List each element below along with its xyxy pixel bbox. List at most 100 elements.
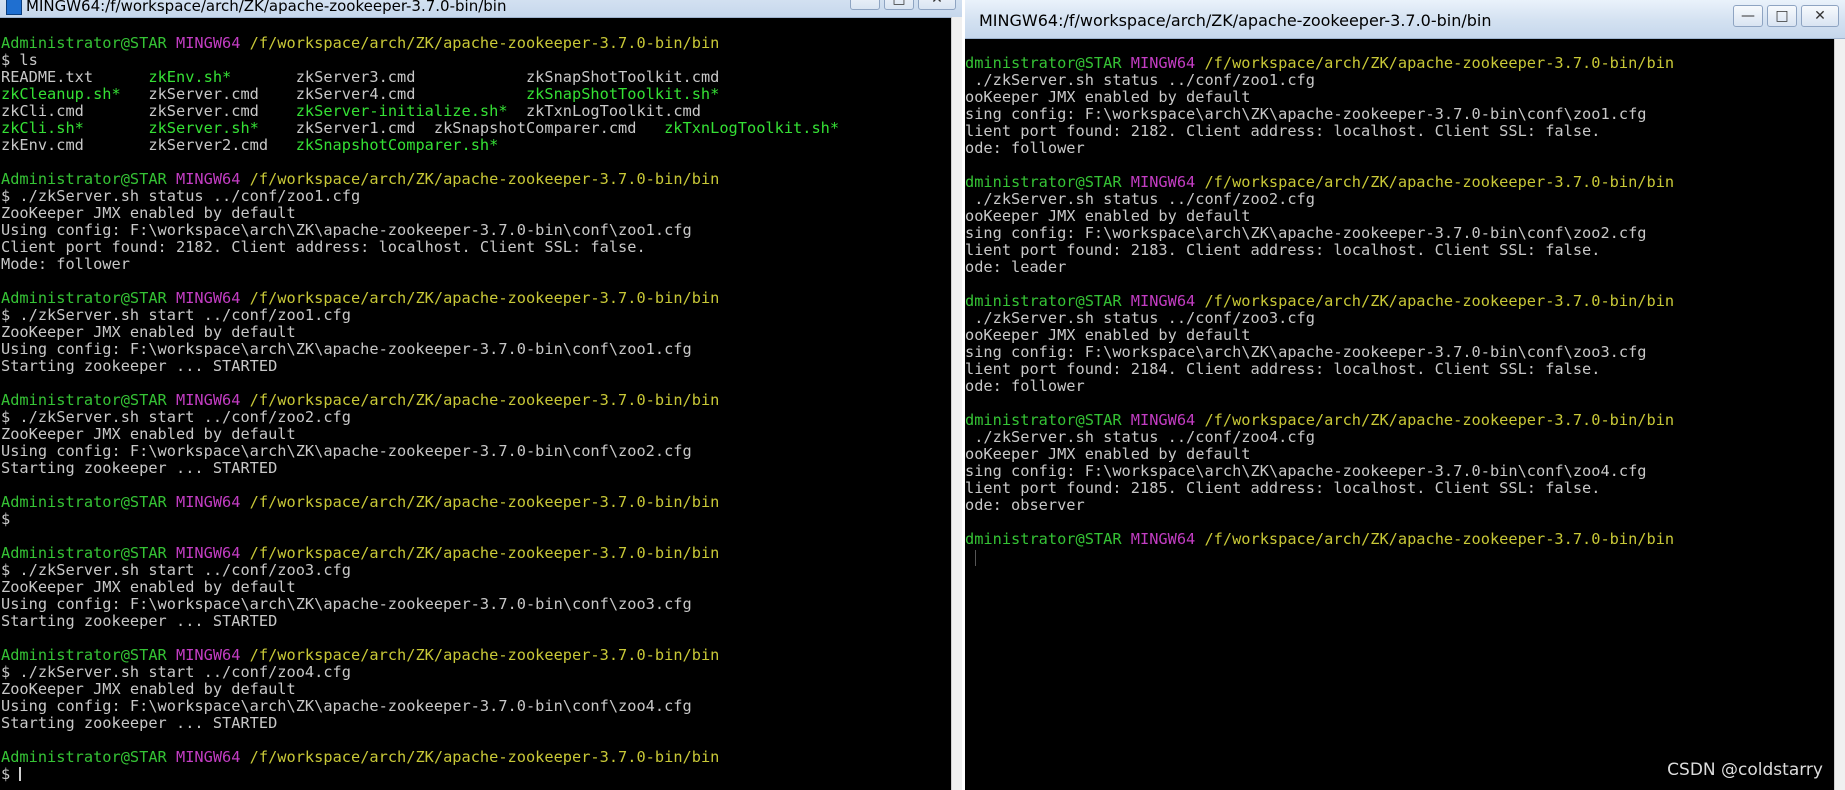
terminal-text: /f/workspace/arch/ZK/apache-zookeeper-3.… xyxy=(240,646,720,664)
watermark: CSDN @coldstarry xyxy=(1667,760,1823,780)
terminal-text: dministrator@STAR xyxy=(965,173,1122,191)
terminal-text: zkServer.cmd zkServer4.cmd xyxy=(120,85,526,103)
terminal-text: Administrator@STAR xyxy=(1,748,167,766)
terminal-text: Administrator@STAR xyxy=(1,289,167,307)
terminal-line: Administrator@STAR MINGW64 /f/workspace/… xyxy=(1,494,952,511)
terminal-text: Administrator@STAR xyxy=(1,35,167,52)
terminal-text: /f/workspace/arch/ZK/apache-zookeeper-3.… xyxy=(240,170,720,188)
terminal-text: zkEnv.cmd zkServer2.cmd xyxy=(1,136,296,154)
window-title: MINGW64:/f/workspace/arch/ZK/apache-zook… xyxy=(26,0,507,15)
terminal-line: Administrator@STAR MINGW64 /f/workspace/… xyxy=(1,545,952,562)
terminal-line: Client port found: 2182. Client address:… xyxy=(1,239,952,256)
terminal-text: ZooKeeper JMX enabled by default xyxy=(1,323,296,341)
terminal-text: MINGW64 xyxy=(166,544,241,562)
terminal-line: dministrator@STAR MINGW64 /f/workspace/a… xyxy=(965,412,1835,429)
terminal-text: /f/workspace/arch/ZK/apache-zookeeper-3.… xyxy=(240,35,720,52)
terminal-line: ooKeeper JMX enabled by default xyxy=(965,446,1835,463)
terminal-line: ode: leader xyxy=(965,259,1835,276)
terminal-text: Using config: F:\workspace\arch\ZK\apach… xyxy=(1,595,692,613)
terminal-text: $ ./zkServer.sh start ../conf/zoo3.cfg xyxy=(1,561,351,579)
terminal-text: Using config: F:\workspace\arch\ZK\apach… xyxy=(1,221,692,239)
terminal-text: /f/workspace/arch/ZK/apache-zookeeper-3.… xyxy=(240,289,720,307)
terminal-text: MINGW64 xyxy=(166,493,241,511)
terminal-text: sing config: F:\workspace\arch\ZK\apache… xyxy=(965,224,1647,242)
terminal-line: ./zkServer.sh status ../conf/zoo4.cfg xyxy=(965,429,1835,446)
terminal-text: lient port found: 2184. Client address: … xyxy=(965,360,1601,378)
terminal-text: $ xyxy=(1,510,11,528)
terminal-text: ooKeeper JMX enabled by default xyxy=(965,326,1251,344)
terminal-text: lient port found: 2182. Client address: … xyxy=(965,122,1601,140)
title-bar[interactable]: MINGW64:/f/workspace/arch/ZK/apache-zook… xyxy=(965,0,1845,39)
terminal-text: Using config: F:\workspace\arch\ZK\apach… xyxy=(1,340,692,358)
terminal-text: zkTxnLogToolkit.cmd xyxy=(507,102,701,120)
terminal-line: Administrator@STAR MINGW64 /f/workspace/… xyxy=(1,290,952,307)
terminal-line: README.txt zkEnv.sh* zkServer3.cmd zkSna… xyxy=(1,69,952,86)
terminal-line: Administrator@STAR MINGW64 /f/workspace/… xyxy=(1,749,952,766)
terminal-line: $ ./zkServer.sh status ../conf/zoo1.cfg xyxy=(1,188,952,205)
terminal-window-left[interactable]: MINGW64:/f/workspace/arch/ZK/apache-zook… xyxy=(0,0,962,790)
terminal-line: lient port found: 2184. Client address: … xyxy=(965,361,1835,378)
maximize-button[interactable]: □ xyxy=(884,0,914,10)
terminal-text: $ ./zkServer.sh start ../conf/zoo2.cfg xyxy=(1,408,351,426)
terminal-text: $ ls xyxy=(1,51,38,69)
close-button[interactable]: ✕ xyxy=(918,0,956,10)
terminal-line: ooKeeper JMX enabled by default xyxy=(965,89,1835,106)
terminal-text: dministrator@STAR xyxy=(965,55,1122,72)
terminal-text: Administrator@STAR xyxy=(1,544,167,562)
terminal-line: ZooKeeper JMX enabled by default xyxy=(1,205,952,222)
terminal-line: zkCli.sh* zkServer.sh* zkServer1.cmd zkS… xyxy=(1,120,952,137)
scrollbar[interactable] xyxy=(951,17,962,790)
terminal-text: sing config: F:\workspace\arch\ZK\apache… xyxy=(965,462,1647,480)
text-cursor xyxy=(19,767,22,781)
terminal-line: Starting zookeeper ... STARTED xyxy=(1,715,952,732)
terminal-text: ZooKeeper JMX enabled by default xyxy=(1,204,296,222)
terminal-output[interactable]: dministrator@STAR MINGW64 /f/workspace/a… xyxy=(965,55,1835,790)
terminal-text: MINGW64 xyxy=(1121,292,1196,310)
terminal-window-right[interactable]: MINGW64:/f/workspace/arch/ZK/apache-zook… xyxy=(965,0,1845,790)
terminal-text: ode: follower xyxy=(965,139,1085,157)
terminal-text: zkServer.sh* xyxy=(148,119,259,137)
terminal-text: /f/workspace/arch/ZK/apache-zookeeper-3.… xyxy=(1195,292,1675,310)
minimize-button[interactable]: — xyxy=(1733,5,1763,27)
terminal-line: $ ls xyxy=(1,52,952,69)
terminal-text: MINGW64 xyxy=(166,35,241,52)
terminal-text: ZooKeeper JMX enabled by default xyxy=(1,680,296,698)
terminal-line: ode: follower xyxy=(965,140,1835,157)
terminal-line: dministrator@STAR MINGW64 /f/workspace/a… xyxy=(965,55,1835,72)
terminal-line: sing config: F:\workspace\arch\ZK\apache… xyxy=(965,225,1835,242)
terminal-text: ooKeeper JMX enabled by default xyxy=(965,207,1251,225)
terminal-text: Mode: follower xyxy=(1,255,130,273)
maximize-button[interactable]: □ xyxy=(1767,5,1797,27)
terminal-text: ./zkServer.sh status ../conf/zoo1.cfg xyxy=(965,71,1315,89)
terminal-output[interactable]: Administrator@STAR MINGW64 /f/workspace/… xyxy=(1,35,952,790)
terminal-text: /f/workspace/arch/ZK/apache-zookeeper-3.… xyxy=(1195,411,1675,429)
terminal-text: ./zkServer.sh status ../conf/zoo4.cfg xyxy=(965,428,1315,446)
terminal-line: Using config: F:\workspace\arch\ZK\apach… xyxy=(1,596,952,613)
terminal-text: Using config: F:\workspace\arch\ZK\apach… xyxy=(1,697,692,715)
terminal-line: sing config: F:\workspace\arch\ZK\apache… xyxy=(965,106,1835,123)
terminal-text: zkServer-initialize.sh* xyxy=(295,102,508,120)
terminal-text: zkSnapshotComparer.sh* xyxy=(295,136,499,154)
terminal-line: ode: follower xyxy=(965,378,1835,395)
terminal-line: $ ./zkServer.sh start ../conf/zoo4.cfg xyxy=(1,664,952,681)
terminal-line: Starting zookeeper ... STARTED xyxy=(1,460,952,477)
terminal-line: Using config: F:\workspace\arch\ZK\apach… xyxy=(1,698,952,715)
terminal-text: zkCleanup.sh* xyxy=(1,85,121,103)
terminal-line: sing config: F:\workspace\arch\ZK\apache… xyxy=(965,344,1835,361)
terminal-line: ./zkServer.sh status ../conf/zoo3.cfg xyxy=(965,310,1835,327)
title-bar[interactable]: MINGW64:/f/workspace/arch/ZK/apache-zook… xyxy=(0,0,962,18)
terminal-line: zkCli.cmd zkServer.cmd zkServer-initiali… xyxy=(1,103,952,120)
terminal-line: Administrator@STAR MINGW64 /f/workspace/… xyxy=(1,35,952,52)
scrollbar[interactable] xyxy=(1834,39,1845,790)
minimize-button[interactable]: — xyxy=(850,0,880,10)
text-cursor xyxy=(975,550,976,566)
terminal-text: Administrator@STAR xyxy=(1,170,167,188)
terminal-text: lient port found: 2183. Client address: … xyxy=(965,241,1601,259)
close-button[interactable]: ✕ xyxy=(1801,5,1839,27)
terminal-line: sing config: F:\workspace\arch\ZK\apache… xyxy=(965,463,1835,480)
